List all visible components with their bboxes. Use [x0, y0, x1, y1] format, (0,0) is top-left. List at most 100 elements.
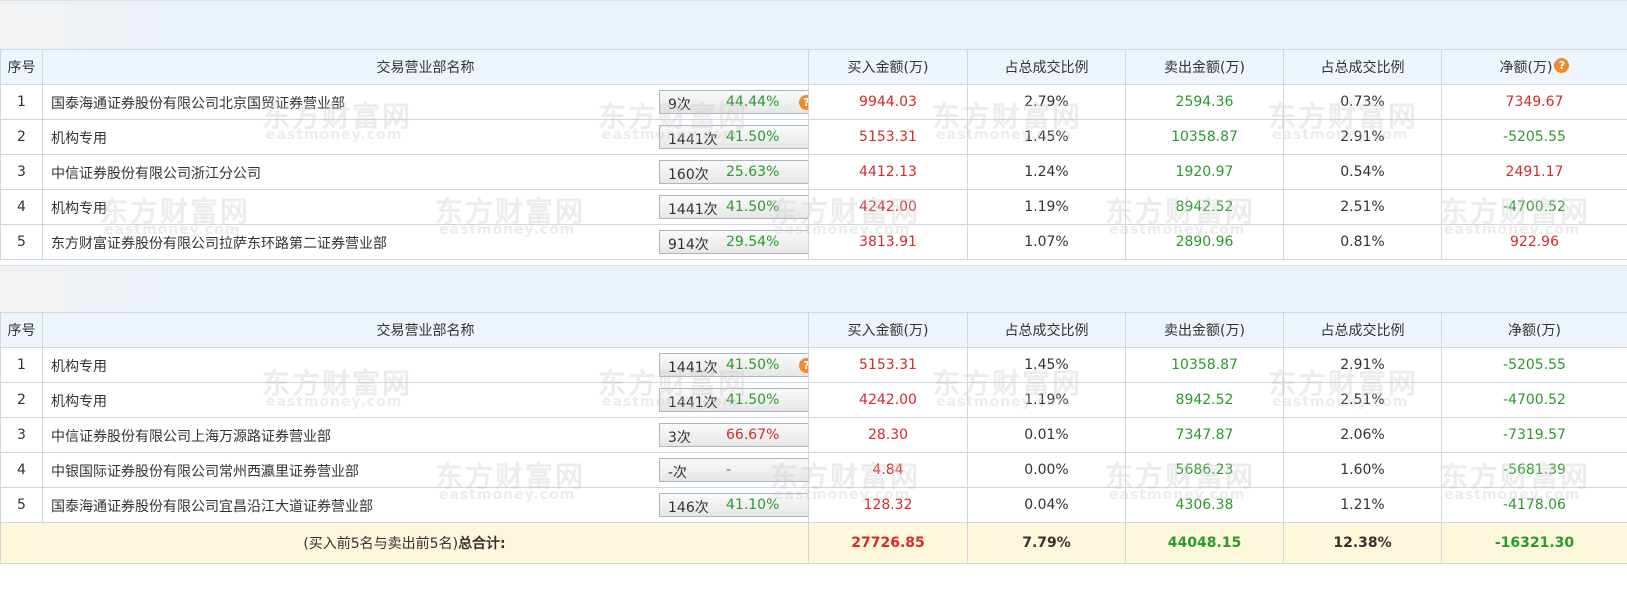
sell-ratio: 1.60% [1283, 452, 1442, 488]
branch-cell: 中信证券股份有限公司上海万源路证券营业部 3次 66.67% [42, 417, 809, 453]
buy-ratio: 1.19% [967, 382, 1126, 418]
branch-name[interactable]: 国泰海通证券股份有限公司宜昌沿江大道证券营业部 [51, 496, 373, 516]
row-index: 1 [0, 347, 43, 383]
history-badge[interactable]: 160次 25.63% [659, 160, 809, 184]
total-buy-ratio: 7.79% [967, 522, 1126, 564]
sell-amount: 4306.38 [1125, 487, 1284, 523]
row-index: 4 [0, 452, 43, 488]
help-icon[interactable]: ? [799, 95, 808, 110]
expand-arrow-icon[interactable] [808, 465, 809, 477]
history-badge[interactable]: 146次 41.10% [659, 493, 809, 517]
branch-name[interactable]: 机构专用 [51, 198, 107, 218]
history-count: 1441次 [668, 132, 718, 148]
history-count: 914次 [668, 237, 709, 253]
buy-ratio: 1.24% [967, 154, 1126, 190]
table-row: 2 机构专用 1441次 41.50% 5153.31 1.45% 10358.87 2.91… [0, 119, 1627, 155]
branch-name[interactable]: 机构专用 [51, 356, 107, 376]
col-buy-amount: 买入金额(万) [808, 49, 968, 85]
history-count: 1441次 [668, 395, 718, 411]
net-amount: -7319.57 [1441, 417, 1627, 453]
sell-ratio: 2.51% [1283, 189, 1442, 225]
buy-amount: 4242.00 [808, 382, 968, 418]
lhb-detail: 序号 交易营业部名称 买入金额(万) 占总成交比例 卖出金额(万) 占总成交比例… [0, 0, 1627, 601]
sell-amount: 8942.52 [1125, 189, 1284, 225]
branch-name[interactable]: 机构专用 [51, 128, 107, 148]
row-index: 3 [0, 417, 43, 453]
col-buy-amount: 买入金额(万) [808, 312, 968, 348]
net-amount: -5205.55 [1441, 119, 1627, 155]
history-badge[interactable]: 1441次 41.50% [659, 125, 809, 149]
branch-cell: 国泰海通证券股份有限公司宜昌沿江大道证券营业部 146次 41.10% [42, 487, 809, 523]
branch-name[interactable]: 国泰海通证券股份有限公司北京国贸证券营业部 [51, 93, 345, 113]
col-sell-amount: 卖出金额(万) [1125, 49, 1284, 85]
buy-top5-table: 序号 交易营业部名称 买入金额(万) 占总成交比例 卖出金额(万) 占总成交比例… [0, 49, 1627, 260]
history-win-rate: 41.50% [726, 199, 780, 215]
history-win-rate: 41.50% [726, 129, 780, 145]
net-amount: -5205.55 [1441, 347, 1627, 383]
expand-arrow-icon[interactable] [808, 132, 809, 144]
history-badge[interactable]: -次 - [659, 458, 809, 482]
sell-amount: 7347.87 [1125, 417, 1284, 453]
buy-ratio: 1.07% [967, 224, 1126, 260]
help-icon[interactable]: ? [799, 358, 808, 373]
history-count: -次 [668, 465, 688, 481]
buy-amount: 128.32 [808, 487, 968, 523]
history-win-rate: 44.44% [726, 94, 780, 110]
table-row: 4 中银国际证券股份有限公司常州西瀛里证券营业部 -次 - 4.84 0.00% 5686.… [0, 452, 1627, 488]
history-win-rate: 41.50% [726, 392, 780, 408]
buy-ratio: 1.45% [967, 347, 1126, 383]
sell-ratio: 0.54% [1283, 154, 1442, 190]
history-badge[interactable]: 1441次 41.50% [659, 388, 809, 412]
branch-name[interactable]: 东方财富证券股份有限公司拉萨东环路第二证券营业部 [51, 233, 387, 253]
buy-ratio: 0.00% [967, 452, 1126, 488]
branch-name[interactable]: 中信证券股份有限公司上海万源路证券营业部 [51, 426, 331, 446]
history-badge[interactable]: 914次 29.54% [659, 230, 809, 254]
buy-ratio: 0.01% [967, 417, 1126, 453]
col-index: 序号 [0, 312, 43, 348]
branch-cell: 机构专用 1441次 41.50% [42, 382, 809, 418]
history-win-rate: 66.67% [726, 427, 780, 443]
total-row: (买入前5名与卖出前5名)总合计: 27726.85 7.79% 44048.1… [0, 522, 1627, 564]
expand-arrow-icon[interactable] [808, 500, 809, 512]
branch-name[interactable]: 中银国际证券股份有限公司常州西瀛里证券营业部 [51, 461, 359, 481]
branch-name[interactable]: 机构专用 [51, 391, 107, 411]
col-buy-ratio: 占总成交比例 [967, 312, 1126, 348]
col-sell-ratio: 占总成交比例 [1283, 49, 1442, 85]
sell-amount: 2594.36 [1125, 84, 1284, 120]
expand-arrow-icon[interactable] [808, 237, 809, 249]
history-badge[interactable]: 1441次 41.50% [659, 195, 809, 219]
history-count: 1441次 [668, 360, 718, 376]
history-badge[interactable]: 9次 44.44%? [659, 90, 808, 114]
sell-amount: 2890.96 [1125, 224, 1284, 260]
net-amount: 922.96 [1441, 224, 1627, 260]
buy-ratio: 0.04% [967, 487, 1126, 523]
branch-cell: 东方财富证券股份有限公司拉萨东环路第二证券营业部 914次 29.54% [42, 224, 809, 260]
history-badge[interactable]: 3次 66.67% [659, 423, 809, 447]
sell-ratio: 1.21% [1283, 487, 1442, 523]
expand-arrow-icon[interactable] [808, 430, 809, 442]
sell-amount: 8942.52 [1125, 382, 1284, 418]
sell-ratio: 2.91% [1283, 119, 1442, 155]
history-badge[interactable]: 1441次 41.50%? [659, 353, 808, 377]
expand-arrow-icon[interactable] [808, 202, 809, 214]
expand-arrow-icon[interactable] [808, 395, 809, 407]
row-index: 2 [0, 119, 43, 155]
row-index: 2 [0, 382, 43, 418]
table-row: 1 国泰海通证券股份有限公司北京国贸证券营业部 9次 44.44%?9944.032.… [0, 84, 1627, 120]
history-count: 3次 [668, 430, 691, 446]
expand-arrow-icon[interactable] [808, 167, 809, 179]
total-buy: 27726.85 [808, 522, 968, 564]
col-branch-name: 交易营业部名称 [42, 312, 809, 348]
buy-amount: 4412.13 [808, 154, 968, 190]
history-win-rate: 25.63% [726, 164, 780, 180]
net-amount: 7349.67 [1441, 84, 1627, 120]
row-index: 5 [0, 487, 43, 523]
buy-ratio: 1.45% [967, 119, 1126, 155]
buy-amount: 9944.03 [808, 84, 968, 120]
table-row: 3 中信证券股份有限公司上海万源路证券营业部 3次 66.67% 28.30 0.01% 7… [0, 417, 1627, 453]
help-icon[interactable]: ? [1554, 58, 1570, 73]
buy-amount: 28.30 [808, 417, 968, 453]
sell-ratio: 2.51% [1283, 382, 1442, 418]
total-sell-ratio: 12.38% [1283, 522, 1442, 564]
branch-name[interactable]: 中信证券股份有限公司浙江分公司 [51, 163, 261, 183]
